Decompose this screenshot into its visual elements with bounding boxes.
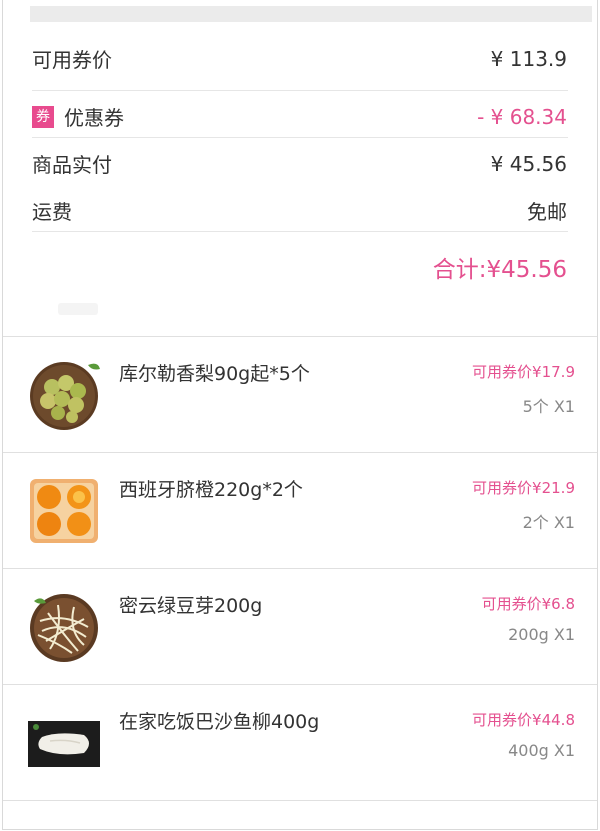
list-item[interactable]: 在家吃饭巴沙鱼柳400g 可用券价¥44.8 400g X1 bbox=[0, 685, 600, 801]
fish-fillet-image bbox=[28, 721, 100, 767]
list-item[interactable]: 密云绿豆芽200g 可用券价¥6.8 200g X1 bbox=[0, 569, 600, 685]
shipping-value: 免邮 bbox=[527, 200, 567, 224]
list-item[interactable]: 西班牙脐橙220g*2个 可用券价¥21.9 2个 X1 bbox=[0, 453, 600, 569]
item-voucher-price: 可用券价¥17.9 bbox=[472, 363, 575, 381]
item-voucher-price: 可用券价¥6.8 bbox=[481, 595, 575, 613]
divider bbox=[3, 800, 597, 801]
divider bbox=[32, 90, 568, 91]
pears-image bbox=[30, 362, 100, 430]
item-name: 西班牙脐橙220g*2个 bbox=[119, 479, 303, 501]
paid-label: 商品实付 bbox=[32, 153, 112, 177]
divider bbox=[32, 137, 568, 138]
item-quantity: 400g X1 bbox=[508, 741, 575, 760]
voucher-price-value: ¥ 113.9 bbox=[490, 46, 567, 71]
coupon-tag-icon: 券 bbox=[32, 105, 54, 128]
oranges-image bbox=[30, 479, 98, 543]
item-quantity: 2个 X1 bbox=[522, 513, 575, 532]
paid-value: ¥ 45.56 bbox=[490, 151, 567, 176]
item-voucher-price: 可用券价¥21.9 bbox=[472, 479, 575, 497]
list-item[interactable]: 库尔勒香梨90g起*5个 可用券价¥17.9 5个 X1 bbox=[0, 337, 600, 453]
item-voucher-price: 可用券价¥44.8 bbox=[472, 711, 575, 729]
divider bbox=[32, 231, 568, 232]
coupon-row[interactable]: 券 优惠券 - ¥ 68.34 bbox=[32, 102, 567, 131]
paid-row: 商品实付 ¥ 45.56 bbox=[32, 149, 567, 178]
coupon-label: 优惠券 bbox=[64, 106, 124, 130]
order-total: 合计:¥45.56 bbox=[432, 257, 567, 283]
item-quantity: 5个 X1 bbox=[522, 397, 575, 416]
placeholder-block bbox=[58, 303, 98, 315]
item-name: 在家吃饭巴沙鱼柳400g bbox=[119, 711, 320, 733]
shipping-row: 运费 免邮 bbox=[32, 196, 567, 225]
item-quantity: 200g X1 bbox=[508, 625, 575, 644]
voucher-price-label: 可用券价 bbox=[32, 48, 112, 72]
item-name: 库尔勒香梨90g起*5个 bbox=[119, 363, 310, 385]
item-name: 密云绿豆芽200g bbox=[119, 595, 263, 617]
coupon-value: - ¥ 68.34 bbox=[477, 104, 567, 129]
shipping-label: 运费 bbox=[32, 200, 72, 224]
bean-sprouts-image bbox=[30, 594, 98, 662]
top-bar bbox=[30, 6, 592, 22]
voucher-price-row: 可用券价 ¥ 113.9 bbox=[32, 44, 567, 73]
